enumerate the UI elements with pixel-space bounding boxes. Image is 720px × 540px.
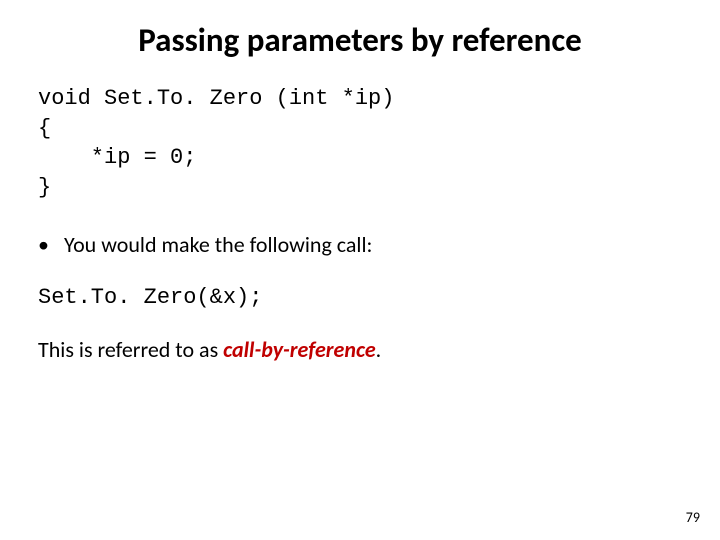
code-line-3: *ip = 0; <box>38 145 196 170</box>
para-after: . <box>376 336 382 363</box>
bullet-dot-icon: • <box>38 231 64 260</box>
code-line-1: void Set.To. Zero (int *ip) <box>38 86 394 111</box>
call-code-line: Set.To. Zero(&x); <box>38 285 720 310</box>
para-before: This is referred to as <box>38 336 223 363</box>
bullet-item: • You would make the following call: <box>38 231 720 260</box>
slide-title: Passing parameters by reference <box>0 0 720 60</box>
code-line-2: { <box>38 116 51 141</box>
closing-paragraph: This is referred to as call-by-reference… <box>38 336 720 365</box>
code-block: void Set.To. Zero (int *ip) { *ip = 0; } <box>38 84 720 203</box>
bullet-list: • You would make the following call: <box>38 231 720 260</box>
bullet-text: You would make the following call: <box>64 231 372 260</box>
code-line-4: } <box>38 175 51 200</box>
emphasized-term: call-by-reference <box>223 336 376 363</box>
page-number: 79 <box>686 509 700 526</box>
